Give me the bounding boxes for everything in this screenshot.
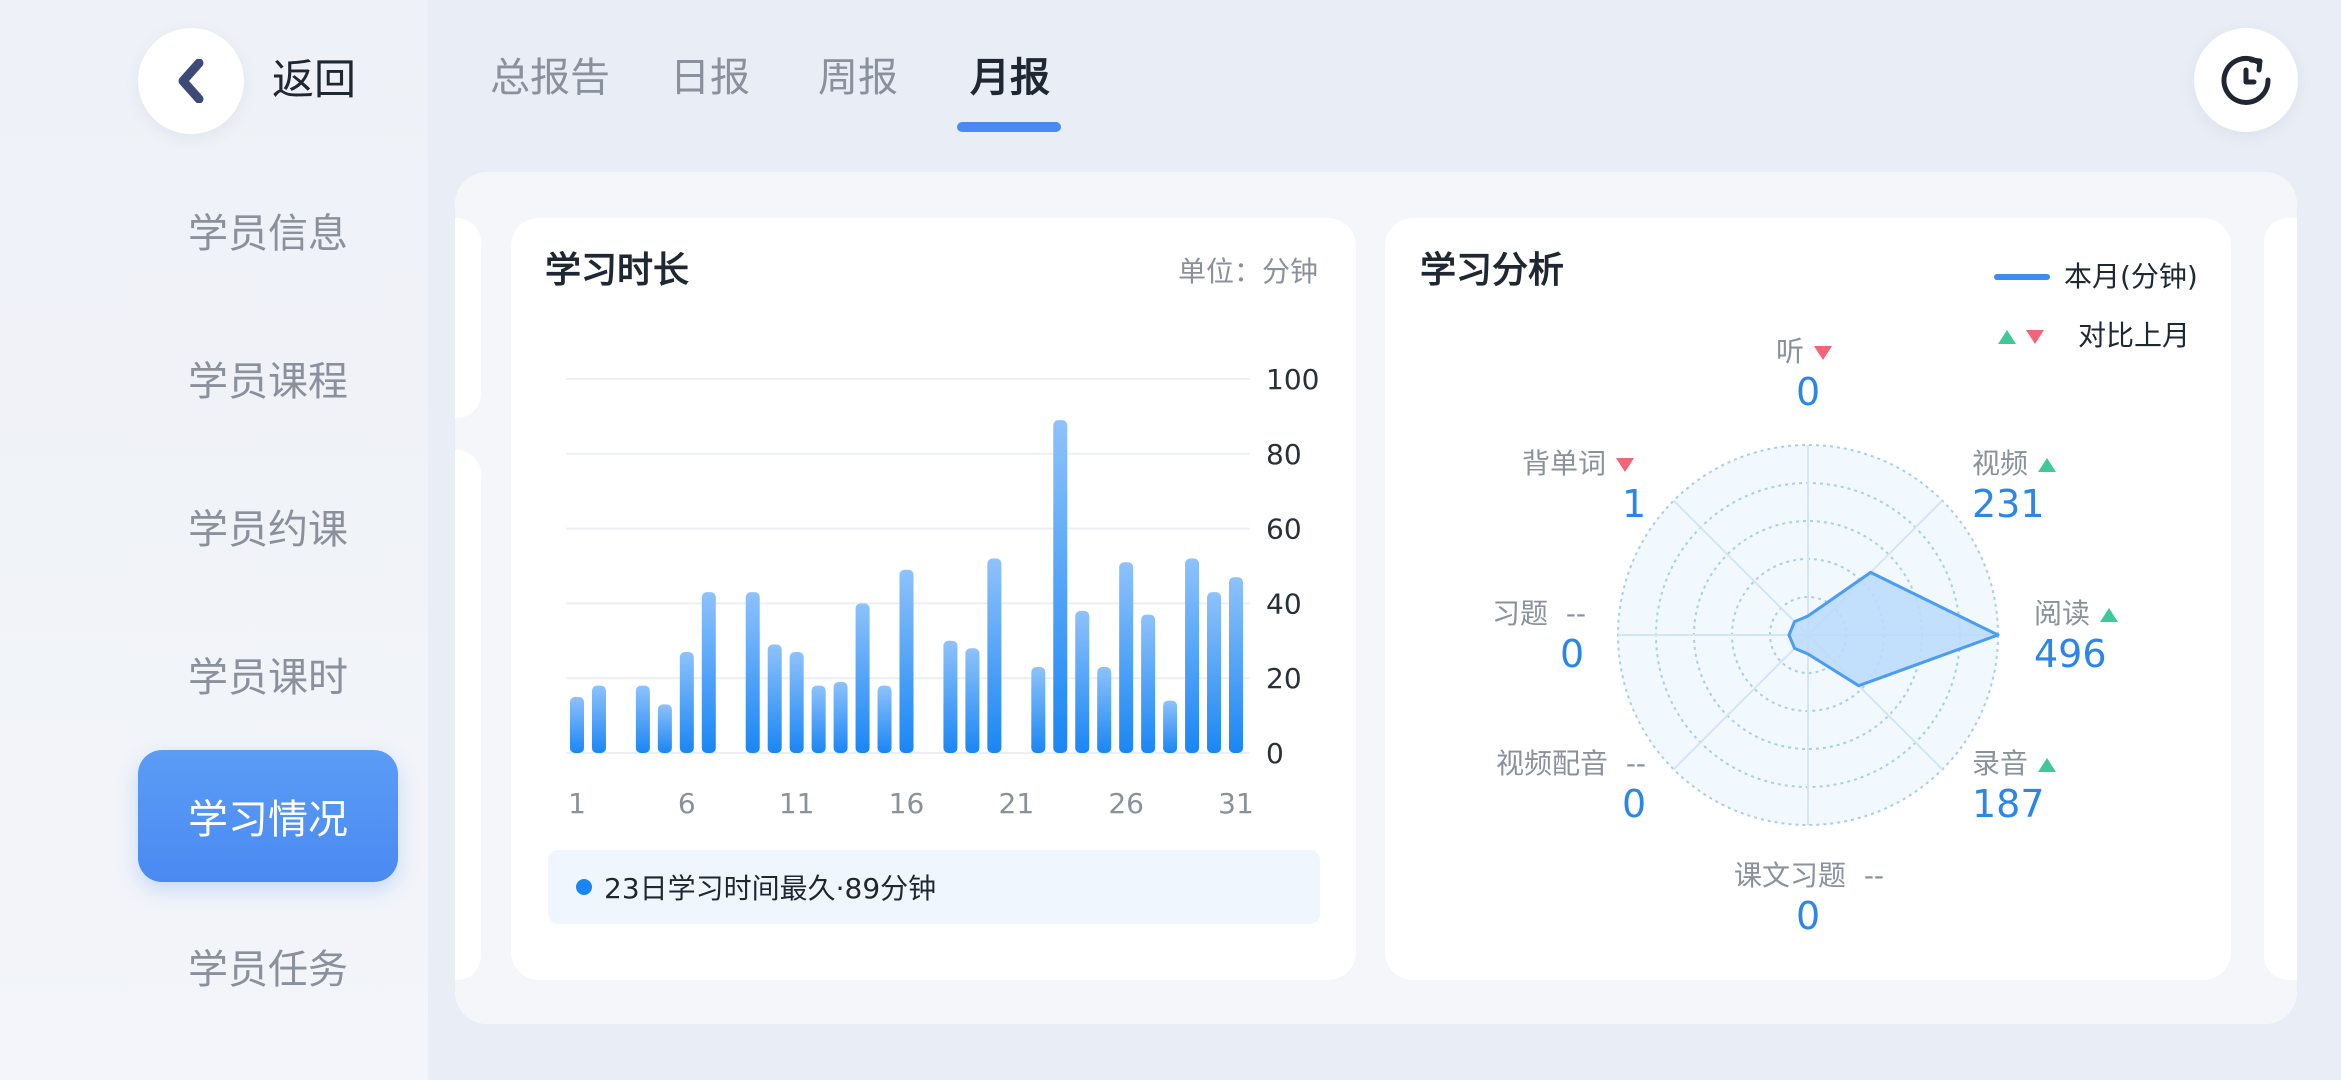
radar-label-video-dubbing: 视频配音 --	[1496, 747, 1647, 780]
radar-value-vocabulary: 1	[1622, 482, 1647, 526]
radar-value-reading: 496	[2034, 632, 2107, 676]
arrow-up-icon	[2038, 458, 2057, 472]
radar-value-exercises: 0	[1560, 632, 1585, 676]
study-analysis-radar-chart	[1617, 444, 2000, 826]
radar-label-vocabulary: 背单词	[1522, 446, 1635, 482]
arrow-up-icon	[2038, 758, 2057, 772]
radar-value-listen: 0	[1796, 370, 1821, 414]
radar-label-reading: 阅读	[2034, 596, 2119, 632]
radar-label-recording: 录音	[1972, 746, 2057, 782]
arrow-down-icon	[1616, 458, 1635, 472]
radar-label-text-exercises: 课文习题 --	[1734, 859, 1885, 892]
radar-value-text-exercises: 0	[1796, 894, 1821, 938]
radar-value-recording: 187	[1972, 782, 2045, 826]
radar-label-video: 视频	[1972, 446, 2057, 482]
radar-value-video: 231	[1972, 482, 2045, 526]
arrow-up-icon	[2100, 608, 2119, 622]
radar-label-listen: 听	[1776, 334, 1833, 370]
radar-value-video-dubbing: 0	[1622, 782, 1647, 826]
arrow-down-icon	[1814, 346, 1833, 360]
radar-label-exercises: 习题 --	[1492, 597, 1587, 630]
